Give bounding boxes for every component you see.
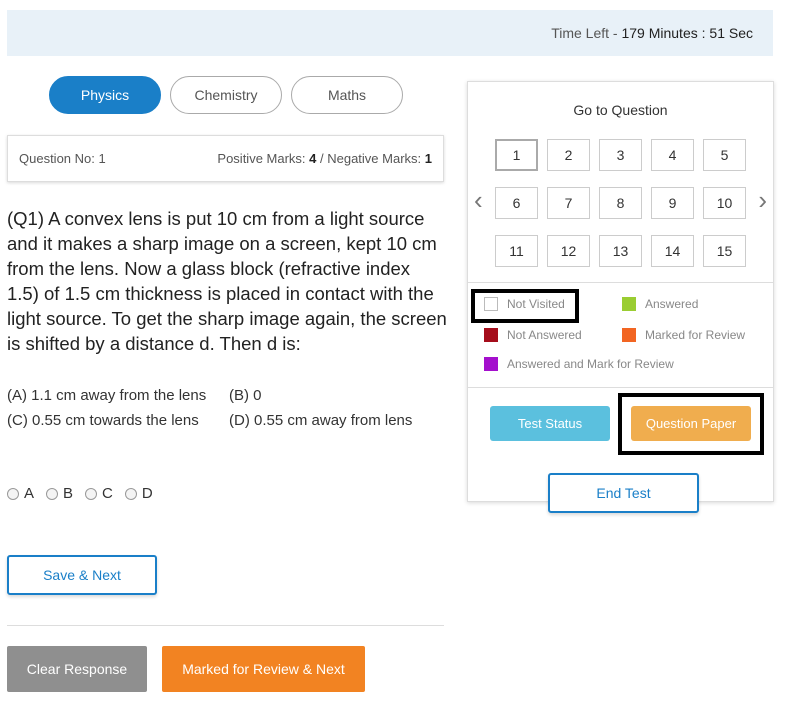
question-palette-panel: Go to Question ‹ › 1 2 3 4 5 6 7 8 9 10 … bbox=[467, 81, 774, 513]
legend-swatch bbox=[622, 328, 636, 342]
chevron-left-icon[interactable]: ‹ bbox=[474, 187, 483, 213]
tab-maths[interactable]: Maths bbox=[291, 76, 403, 114]
radio-b[interactable]: B bbox=[46, 485, 73, 502]
legend-not-visited: Not Visited bbox=[484, 297, 565, 311]
chevron-right-icon[interactable]: › bbox=[758, 187, 767, 213]
question-button-9[interactable]: 9 bbox=[651, 187, 694, 219]
legend-label: Marked for Review bbox=[645, 328, 746, 342]
question-button-11[interactable]: 11 bbox=[495, 235, 538, 267]
answer-options: (A) 1.1 cm away from the lens (B) 0 (C) … bbox=[7, 383, 447, 433]
question-button-10[interactable]: 10 bbox=[703, 187, 746, 219]
radio-label: C bbox=[102, 485, 113, 502]
radio-label: A bbox=[24, 485, 35, 502]
time-left: Time Left - 179 Minutes : 51 Sec bbox=[551, 25, 753, 41]
marks-info: Positive Marks: 4 / Negative Marks: 1 bbox=[217, 151, 432, 166]
negative-marks: 1 bbox=[424, 151, 432, 166]
question-number: Question No: 1 bbox=[19, 151, 106, 166]
legend-swatch bbox=[484, 328, 498, 342]
radio-circle-icon[interactable] bbox=[124, 487, 137, 500]
question-button-8[interactable]: 8 bbox=[599, 187, 642, 219]
divider bbox=[468, 387, 773, 388]
radio-d[interactable]: D bbox=[124, 485, 153, 502]
question-button-3[interactable]: 3 bbox=[599, 139, 642, 171]
question-info-bar: Question No: 1 Positive Marks: 4 / Negat… bbox=[7, 135, 444, 182]
answer-radio-group: A B C D bbox=[7, 485, 153, 502]
legend-label: Not Answered bbox=[507, 328, 582, 342]
legend-answered: Answered bbox=[622, 297, 698, 311]
question-button-15[interactable]: 15 bbox=[703, 235, 746, 267]
radio-circle-icon[interactable] bbox=[85, 487, 98, 500]
radio-label: B bbox=[63, 485, 74, 502]
question-button-12[interactable]: 12 bbox=[547, 235, 590, 267]
legend-not-answered: Not Answered bbox=[484, 328, 582, 342]
legend-label: Answered bbox=[645, 297, 699, 311]
question-button-13[interactable]: 13 bbox=[599, 235, 642, 267]
legend-marked-review: Marked for Review bbox=[622, 328, 745, 342]
end-test-button[interactable]: End Test bbox=[548, 473, 699, 513]
subject-tabs: Physics Chemistry Maths bbox=[49, 76, 403, 114]
time-left-label: Time Left - bbox=[551, 25, 622, 41]
option-a: (A) 1.1 cm away from the lens bbox=[7, 387, 207, 404]
radio-c[interactable]: C bbox=[85, 485, 113, 502]
legend-label: Not Visited bbox=[507, 297, 565, 311]
question-grid: 1 2 3 4 5 6 7 8 9 10 11 12 13 14 15 bbox=[495, 139, 746, 267]
question-button-14[interactable]: 14 bbox=[651, 235, 694, 267]
radio-circle-icon[interactable] bbox=[46, 487, 59, 500]
top-bar: Time Left - 179 Minutes : 51 Sec bbox=[7, 10, 773, 56]
time-left-value: 179 Minutes : 51 Sec bbox=[621, 25, 753, 41]
radio-a[interactable]: A bbox=[7, 485, 34, 502]
divider bbox=[7, 625, 444, 626]
legend-label: Answered and Mark for Review bbox=[507, 357, 674, 371]
question-text: (Q1) A convex lens is put 10 cm from a l… bbox=[7, 208, 447, 354]
test-status-button[interactable]: Test Status bbox=[490, 406, 610, 441]
save-next-button[interactable]: Save & Next bbox=[7, 555, 157, 595]
option-c: (C) 0.55 cm towards the lens bbox=[7, 412, 199, 429]
legend-swatch bbox=[622, 297, 636, 311]
radio-label: D bbox=[141, 485, 153, 502]
question-button-1[interactable]: 1 bbox=[495, 139, 538, 171]
question-button-4[interactable]: 4 bbox=[651, 139, 694, 171]
question-button-7[interactable]: 7 bbox=[547, 187, 590, 219]
question-button-6[interactable]: 6 bbox=[495, 187, 538, 219]
divider bbox=[468, 282, 773, 283]
radio-circle-icon[interactable] bbox=[7, 487, 19, 500]
tab-physics[interactable]: Physics bbox=[49, 76, 161, 114]
legend-swatch bbox=[484, 297, 498, 311]
tab-chemistry[interactable]: Chemistry bbox=[170, 76, 282, 114]
clear-response-button[interactable]: Clear Response bbox=[7, 646, 147, 692]
option-b: (B) 0 bbox=[229, 387, 262, 404]
option-d: (D) 0.55 cm away from lens bbox=[229, 412, 413, 429]
legend-answered-marked: Answered and Mark for Review bbox=[484, 357, 674, 371]
question-paper-button[interactable]: Question Paper bbox=[631, 406, 751, 441]
question-button-5[interactable]: 5 bbox=[703, 139, 746, 171]
legend-swatch bbox=[484, 357, 498, 371]
question-button-2[interactable]: 2 bbox=[547, 139, 590, 171]
palette-title: Go to Question bbox=[573, 102, 668, 118]
marked-review-next-button[interactable]: Marked for Review & Next bbox=[162, 646, 365, 692]
